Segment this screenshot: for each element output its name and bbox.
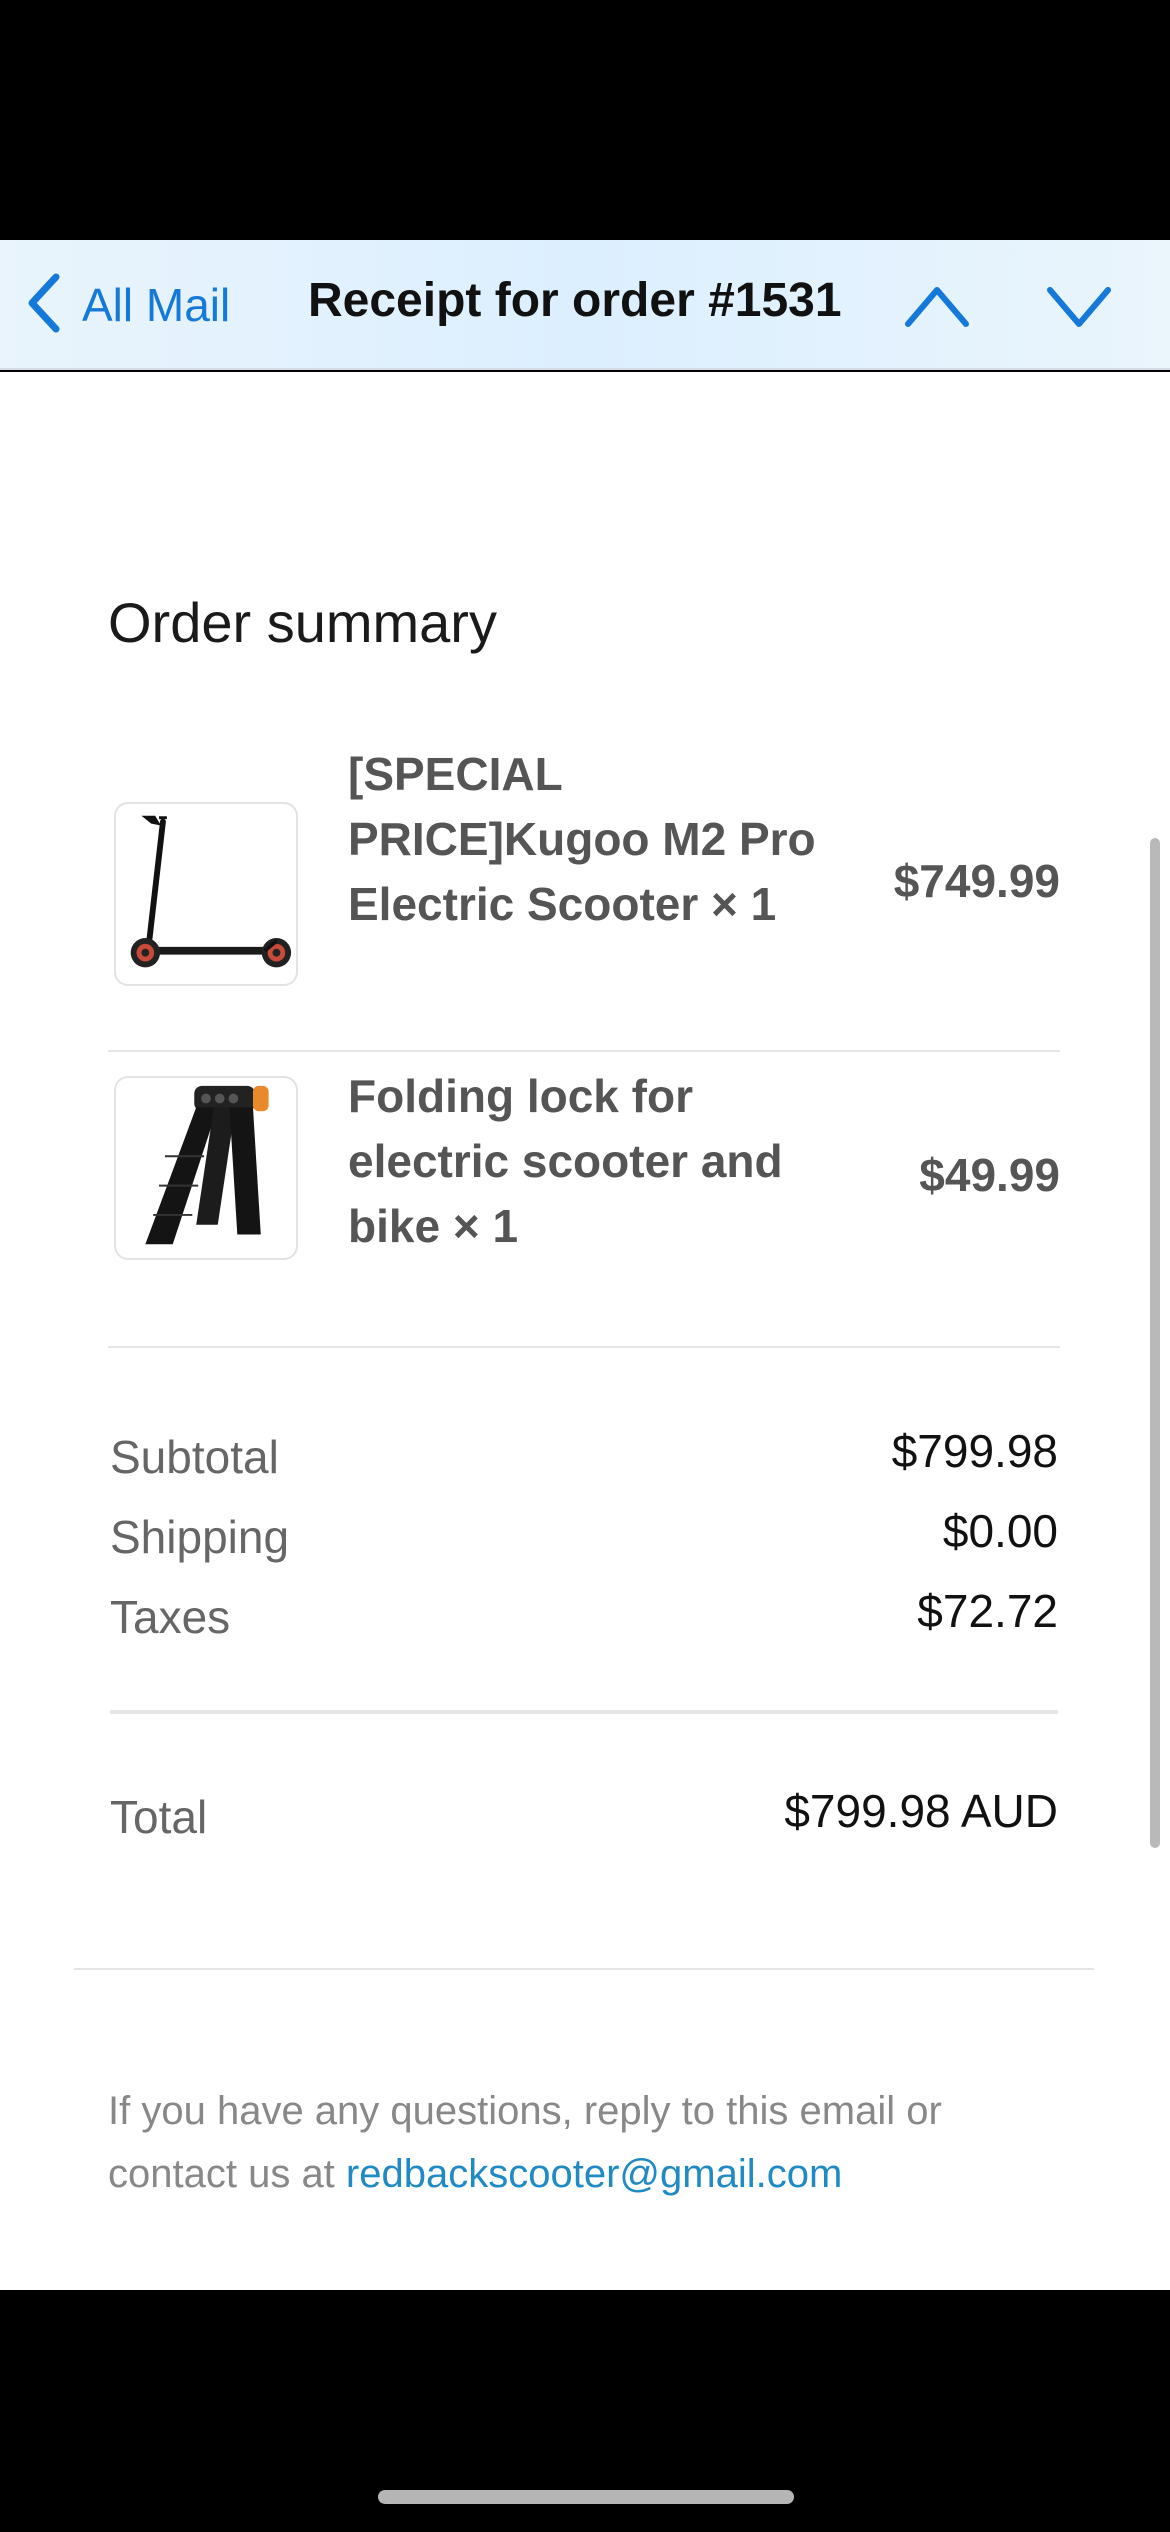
footer-contact-text: If you have any questions, reply to this…: [108, 2080, 1068, 2206]
subtotal-label: Subtotal: [110, 1431, 279, 1483]
shipping-value: $0.00: [942, 1505, 1058, 1557]
next-message-button[interactable]: [1044, 278, 1114, 334]
item-name: Folding lock for electric scooter and bi…: [348, 1070, 783, 1252]
total-label: Total: [110, 1791, 208, 1843]
home-indicator[interactable]: [378, 2490, 794, 2504]
scrollbar[interactable]: [1150, 838, 1160, 1848]
taxes-value: $72.72: [917, 1585, 1058, 1637]
order-item: [SPECIAL PRICE]Kugoo M2 Pro Electric Sco…: [108, 742, 1060, 1042]
total-row: Total $799.98 AUD: [110, 1785, 1058, 1850]
subtotal-row: Subtotal $799.98: [110, 1425, 1058, 1490]
subtotal-value: $799.98: [891, 1425, 1058, 1477]
item-name: [SPECIAL PRICE]Kugoo M2 Pro Electric Sco…: [348, 748, 816, 930]
taxes-label: Taxes: [110, 1591, 231, 1643]
back-button[interactable]: All Mail: [22, 270, 230, 340]
mail-navigation-bar: All Mail Receipt for order #1531: [0, 240, 1170, 370]
taxes-row: Taxes $72.72: [110, 1585, 1058, 1650]
shipping-label: Shipping: [110, 1511, 290, 1563]
item-price: $49.99: [919, 1149, 1060, 1201]
contact-email-link[interactable]: redbackscooter@gmail.com: [346, 2152, 842, 2196]
previous-message-button[interactable]: [902, 278, 972, 334]
divider: [108, 1050, 1060, 1052]
email-body: Order summary [SPECIAL PRICE]Kugoo M2 Pr…: [0, 372, 1170, 2290]
total-value: $799.98 AUD: [784, 1785, 1058, 1837]
folding-lock-image: [114, 1076, 298, 1260]
divider: [108, 1346, 1060, 1348]
divider: [74, 1968, 1094, 1970]
chevron-up-icon: [902, 287, 972, 338]
status-bar-area: [0, 0, 1170, 240]
back-button-label: All Mail: [82, 279, 231, 331]
order-item: Folding lock for electric scooter and bi…: [108, 1064, 1060, 1336]
item-price: $749.99: [893, 855, 1060, 907]
chevron-left-icon: [22, 271, 66, 340]
email-subject-title: Receipt for order #1531: [308, 274, 842, 327]
chevron-down-icon: [1044, 287, 1114, 338]
order-summary-heading: Order summary: [108, 591, 497, 654]
electric-scooter-image: [114, 802, 298, 986]
shipping-row: Shipping $0.00: [110, 1505, 1058, 1570]
mail-screen: All Mail Receipt for order #1531 Order s…: [0, 0, 1170, 2532]
divider: [110, 1710, 1058, 1714]
